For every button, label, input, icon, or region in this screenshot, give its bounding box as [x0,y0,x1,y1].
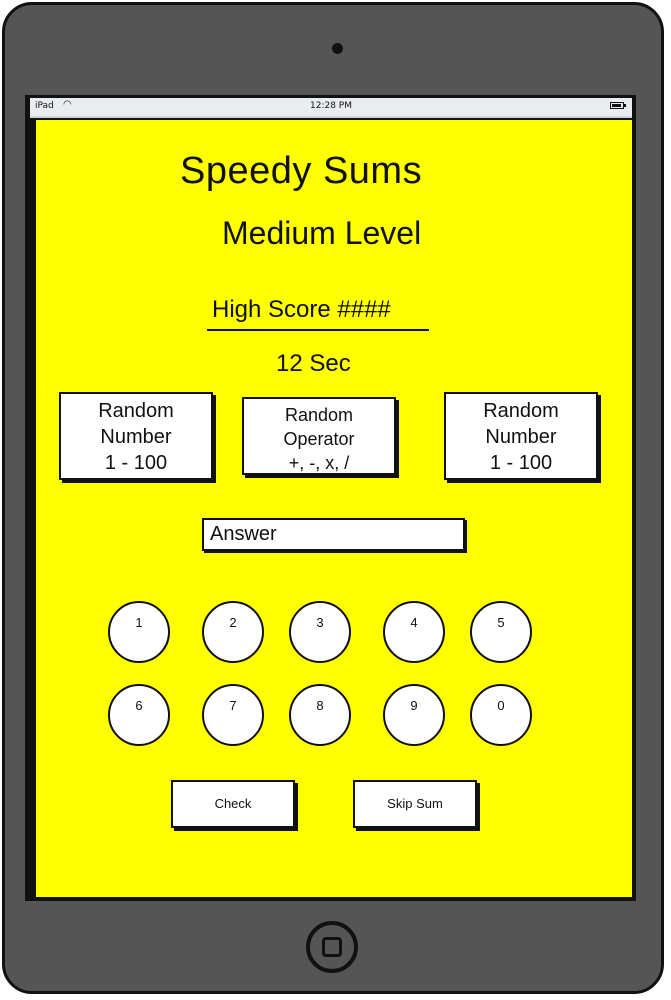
operator-line2: Operator [283,429,355,449]
home-button[interactable] [306,921,358,973]
check-button[interactable]: Check [171,780,295,828]
key-0[interactable]: 0 [470,684,532,746]
key-8[interactable]: 8 [289,684,351,746]
right-operand-line2: Number [485,426,557,448]
app-title: Speedy Sums [180,150,423,192]
timer-label: 12 Sec [276,350,351,377]
left-operand-box: Random Number 1 - 100 [59,392,213,480]
key-9[interactable]: 9 [383,684,445,746]
key-5[interactable]: 5 [470,601,532,663]
key-1[interactable]: 1 [108,601,170,663]
status-time: 12:28 PM [310,101,352,111]
left-operand-line1: Random [98,400,174,422]
high-score-label: High Score #### [212,296,391,323]
key-4[interactable]: 4 [383,601,445,663]
home-square-icon [322,937,342,957]
key-7[interactable]: 7 [202,684,264,746]
high-score-underline [207,329,429,331]
status-bar: iPad ◠ 12:28 PM [30,98,632,118]
key-3[interactable]: 3 [289,601,351,663]
left-operand-line2: Number [100,426,172,448]
operator-box: Random Operator +, -, x, / [242,397,396,475]
left-operand-line3: 1 - 100 [104,452,168,474]
skip-sum-button[interactable]: Skip Sum [353,780,477,828]
battery-icon [610,102,626,109]
right-operand-box: Random Number 1 - 100 [444,392,598,480]
right-operand-line1: Random [483,400,559,422]
key-6[interactable]: 6 [108,684,170,746]
operator-line3: +, -, x, / [288,453,350,473]
key-2[interactable]: 2 [202,601,264,663]
answer-input[interactable]: Answer [202,518,465,551]
camera-icon [332,43,343,54]
level-title: Medium Level [222,215,422,251]
operator-line1: Random [284,405,354,425]
right-operand-line3: 1 - 100 [489,452,553,474]
